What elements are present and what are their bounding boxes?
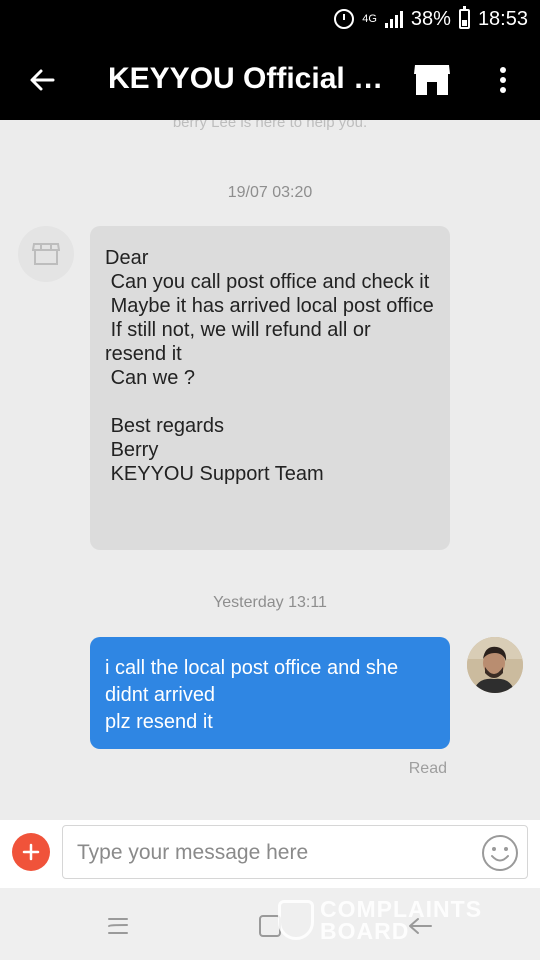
incoming-message[interactable]: Dear Can you call post office and check …	[90, 226, 450, 550]
chat-area[interactable]: berry Lee is here to help you. 19/07 03:…	[0, 120, 540, 820]
watermark: COMPLAINTS BOARD	[278, 896, 508, 948]
message-line: If still not, we will refund all or rese…	[105, 319, 377, 365]
message-line: Maybe it has arrived local post office	[105, 295, 434, 317]
emoji-button[interactable]	[481, 834, 519, 872]
back-button[interactable]	[22, 60, 62, 100]
app-bar: KEYYOU Official S...	[0, 38, 540, 120]
more-button[interactable]	[488, 60, 518, 100]
message-input[interactable]	[77, 836, 477, 870]
message-input-bar	[0, 820, 540, 888]
status-bar: 4G 38% 18:53	[0, 0, 540, 38]
signal-icon	[384, 10, 403, 28]
clock-time: 18:53	[477, 7, 528, 30]
store-icon	[32, 243, 60, 265]
chat-title: KEYYOU Official S...	[108, 62, 398, 95]
arrow-left-icon	[30, 69, 55, 91]
message-line: Can we ?	[105, 367, 196, 389]
user-avatar[interactable]	[467, 637, 523, 693]
partially-hidden-text: · · · · · · · ·	[150, 810, 305, 818]
message-line: plz resend it	[105, 711, 213, 733]
status-icons: 4G 38% 18:53	[334, 5, 528, 33]
message-timestamp: 19/07 03:20	[227, 184, 313, 201]
message-line: Best regards	[105, 415, 224, 437]
outgoing-message[interactable]: i call the local post office and she did…	[90, 637, 450, 749]
add-attachment-button[interactable]	[12, 833, 50, 871]
battery-icon	[458, 6, 470, 29]
read-status: Read	[408, 760, 447, 777]
system-note: berry Lee is here to help you.	[172, 120, 368, 131]
more-vertical-icon	[500, 67, 506, 93]
user-photo-icon	[467, 637, 523, 693]
watermark-line2: BOARD	[320, 918, 410, 944]
recent-apps-button[interactable]	[98, 906, 138, 946]
message-line: i call the local post office and she did…	[105, 657, 399, 706]
message-line: Berry	[105, 439, 159, 461]
alarm-icon	[334, 9, 355, 29]
battery-percent: 38%	[410, 7, 451, 30]
message-input-container	[62, 825, 528, 879]
message-line: Dear	[105, 247, 149, 269]
shop-avatar[interactable]	[18, 226, 74, 282]
store-icon	[414, 65, 450, 95]
message-line: Can you call post office and check it	[105, 271, 430, 293]
recent-apps-icon	[108, 918, 128, 934]
shield-logo-icon	[278, 900, 314, 940]
smiley-icon	[482, 835, 518, 871]
plus-icon	[22, 843, 40, 861]
store-button[interactable]	[410, 60, 454, 100]
message-timestamp: Yesterday 13:11	[213, 594, 327, 611]
network-type: 4G	[362, 13, 377, 25]
message-line: KEYYOU Support Team	[105, 463, 324, 485]
